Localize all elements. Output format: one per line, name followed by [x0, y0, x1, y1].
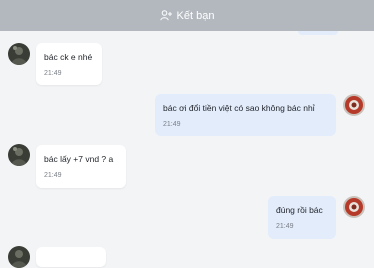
message-text: bác ơi đổi tiền việt có sao không bác nh…	[163, 103, 315, 113]
contact-avatar[interactable]	[8, 246, 30, 268]
message-time: 21:49	[163, 121, 181, 128]
message-time: 21:49	[44, 172, 62, 179]
message-text: bác ck e nhé	[44, 52, 93, 62]
message-bubble-outgoing[interactable]: đúng rồi bác 21:49	[268, 196, 336, 239]
user-avatar[interactable]	[343, 196, 365, 218]
message-time: 21:49	[276, 223, 294, 230]
add-friend-icon[interactable]	[159, 10, 172, 21]
user-avatar[interactable]	[343, 94, 365, 116]
message-bubble-incoming[interactable]: bác ck e nhé 21:49	[36, 43, 102, 85]
add-friend-button[interactable]: Kết bạn	[177, 10, 215, 22]
message-bubble-outgoing[interactable]: bác ơi đổi tiền việt có sao không bác nh…	[155, 94, 336, 136]
contact-avatar[interactable]	[8, 144, 30, 166]
message-bubble-incoming-partial[interactable]	[36, 247, 106, 267]
previous-message-edge	[298, 31, 338, 35]
message-bubble-incoming[interactable]: bác lấy +7 vnd ? a 21:49	[36, 145, 126, 188]
message-text: đúng rồi bác	[276, 205, 323, 215]
message-time: 21:49	[44, 70, 62, 77]
message-text: bác lấy +7 vnd ? a	[44, 154, 114, 164]
contact-avatar[interactable]	[8, 43, 30, 65]
chat-header: Kết bạn	[0, 0, 374, 31]
